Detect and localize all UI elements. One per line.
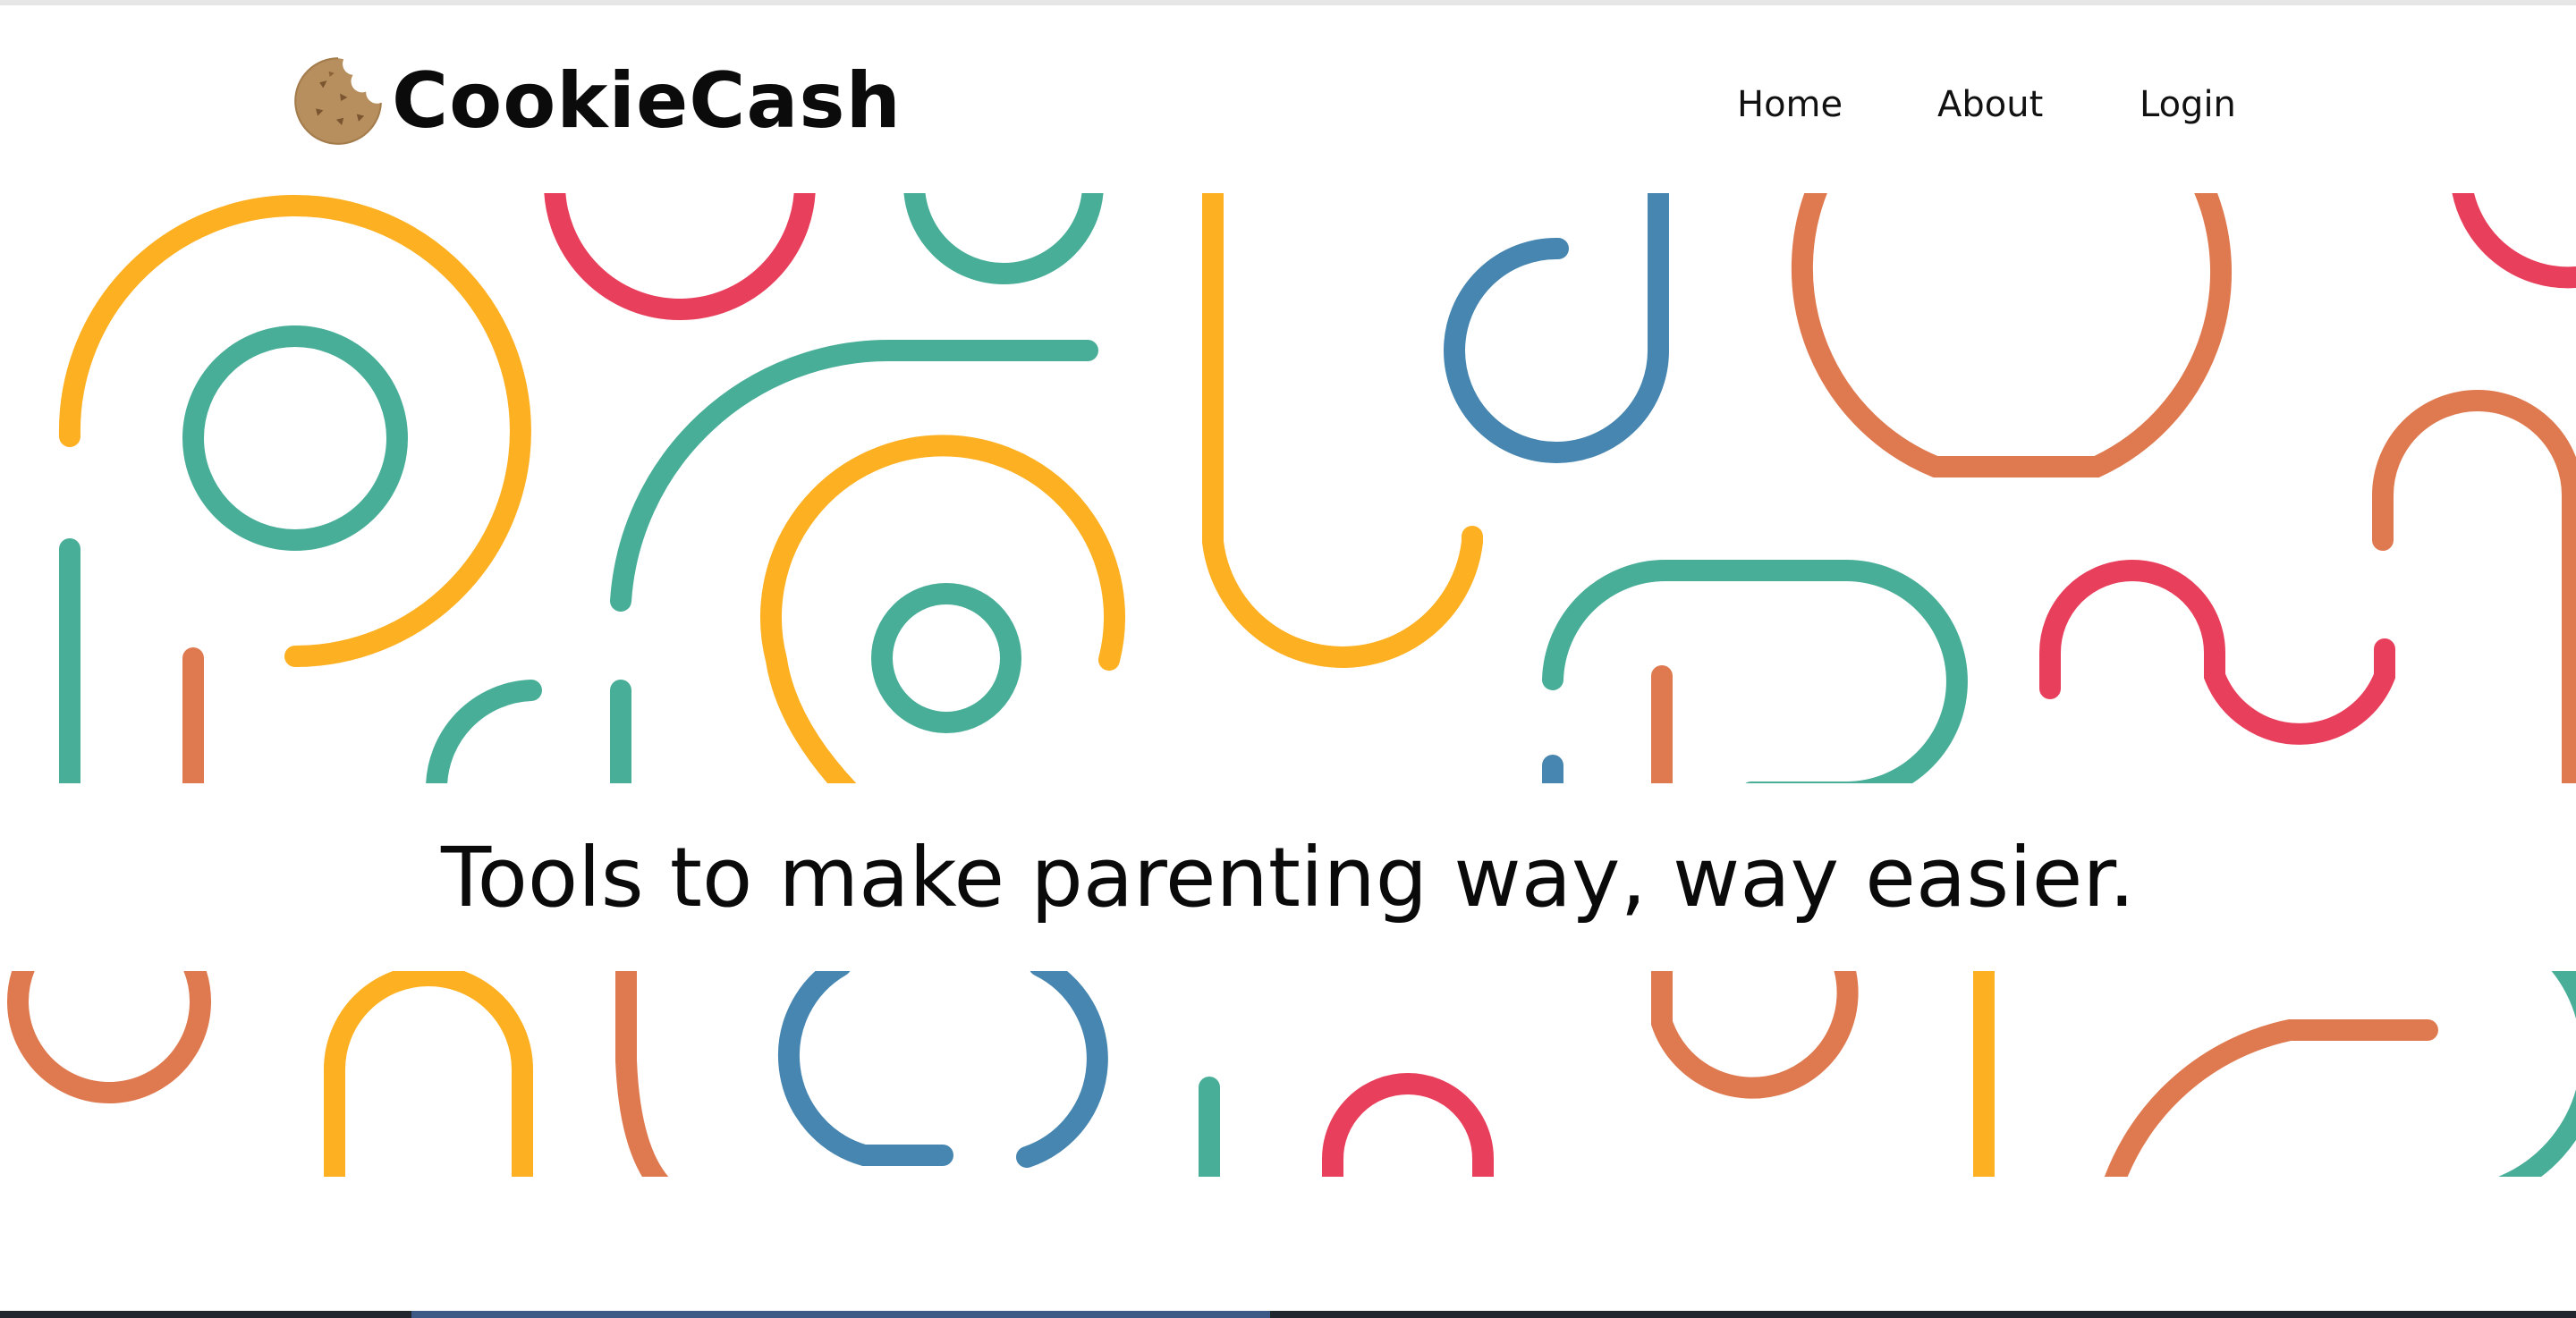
nav-home-link[interactable]: Home	[1737, 77, 1843, 132]
pattern-arc	[2104, 1019, 2438, 1177]
pattern-arc	[1542, 560, 1968, 783]
main-nav: Home About Login	[1717, 77, 2236, 132]
pattern-arc	[1791, 193, 2233, 477]
hero-tagline: Tools to make parenting way, way easier.	[441, 829, 2135, 925]
taskbar-segment	[411, 1311, 1270, 1318]
pattern-circle	[182, 325, 408, 551]
pattern-arc	[1444, 193, 1670, 463]
pattern-arc	[1322, 1073, 1494, 1177]
pattern-arc	[2452, 193, 2576, 289]
pattern-arc	[777, 971, 953, 1166]
pattern-arc	[2498, 971, 2576, 1177]
decorative-pattern-bottom	[0, 971, 2576, 1177]
pattern-arc	[544, 193, 816, 320]
page: CookieCash Home About Login Tools to mak…	[0, 0, 2576, 1318]
site-header: CookieCash Home About Login	[0, 5, 2576, 193]
pattern-arc	[903, 193, 1104, 284]
brand-name: CookieCash	[392, 56, 902, 146]
pattern-arc	[2039, 560, 2395, 745]
brand-home-link[interactable]: CookieCash	[292, 52, 902, 150]
pattern-arc	[58, 195, 531, 667]
pattern-arc	[1202, 193, 1483, 668]
pattern-arc	[426, 680, 542, 783]
pattern-circle	[871, 583, 1021, 733]
pattern-arc	[1016, 971, 1108, 1168]
pattern-arc	[2372, 390, 2576, 783]
decorative-pattern-top	[0, 193, 2576, 783]
pattern-arc	[324, 971, 533, 1177]
nav-about-link[interactable]: About	[1937, 77, 2043, 132]
hero: Tools to make parenting way, way easier.	[0, 783, 2576, 971]
pattern-arc	[615, 971, 669, 1177]
pattern-arc	[1651, 971, 1859, 1099]
nav-login-link[interactable]: Login	[2140, 77, 2236, 132]
browser-bottom-edge	[0, 1311, 2576, 1318]
pattern-arc	[7, 971, 211, 1103]
cookie-icon	[294, 57, 382, 145]
